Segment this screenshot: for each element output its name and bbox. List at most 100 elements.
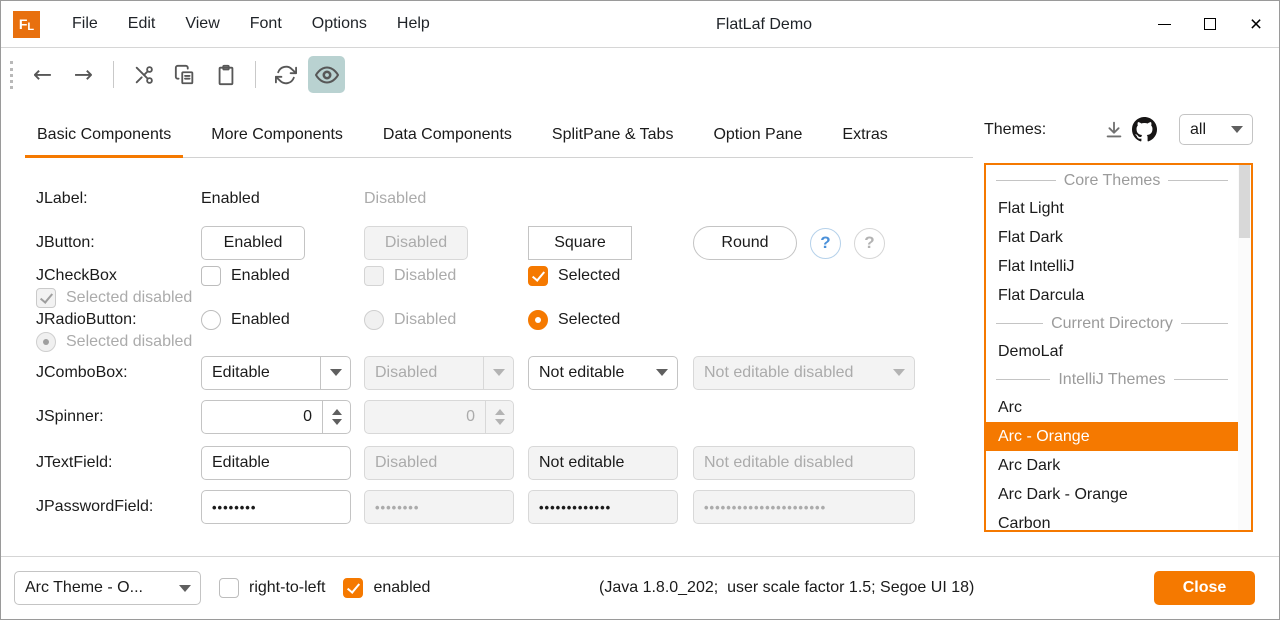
theme-group-separator: IntelliJ Themes [986, 366, 1238, 393]
tab-bar: Basic Components More Components Data Co… [25, 101, 973, 158]
themes-scrollbar [1238, 165, 1251, 530]
theme-item[interactable]: Carbon [986, 509, 1238, 532]
refresh-button[interactable] [267, 56, 304, 93]
textfield-input[interactable] [212, 454, 340, 472]
spinner-input[interactable] [202, 401, 322, 433]
menu-options[interactable]: Options [297, 1, 382, 48]
combobox-arrow-button[interactable] [647, 357, 677, 389]
show-hidden-toggle-button[interactable] [308, 56, 345, 93]
menu-help[interactable]: Help [382, 1, 445, 48]
maximize-button[interactable] [1187, 1, 1233, 48]
menu-edit[interactable]: Edit [113, 1, 171, 48]
tab-option-pane[interactable]: Option Pane [701, 126, 814, 157]
checkbox-icon [364, 266, 384, 286]
theme-item[interactable]: Arc [986, 393, 1238, 422]
jcheckbox-row-label: JCheckBox [36, 267, 201, 285]
round-button[interactable]: Round [693, 226, 797, 260]
passwordfield-not-editable-disabled: •••••••••••••••••••••• [693, 490, 915, 524]
toolbar-separator [113, 61, 114, 88]
combobox-arrow-button[interactable] [170, 572, 200, 604]
jradiobutton-row-label: JRadioButton: [36, 311, 201, 329]
password-value: •••••••• [375, 500, 419, 515]
theme-item[interactable]: Flat IntelliJ [986, 252, 1238, 281]
spinner-buttons[interactable] [322, 401, 350, 433]
checkbox-label: Selected [558, 267, 620, 285]
spinner-disabled [364, 400, 514, 434]
passwordfield-editable[interactable] [201, 490, 351, 524]
jtextfield-row: JTextField: Disabled Not editable Not ed… [25, 441, 973, 485]
checkbox-enabled[interactable]: Enabled [201, 266, 364, 286]
tab-more-components[interactable]: More Components [199, 126, 355, 157]
back-button[interactable]: ← [24, 56, 61, 93]
theme-item[interactable]: Flat Darcula [986, 281, 1238, 310]
window-controls: × [1141, 1, 1279, 48]
theme-item[interactable]: Arc - Orange [986, 422, 1238, 451]
theme-group-separator: Core Themes [986, 167, 1238, 194]
rtl-label: right-to-left [249, 579, 325, 597]
enabled-button[interactable]: Enabled [201, 226, 305, 260]
theme-item[interactable]: Flat Light [986, 194, 1238, 223]
textfield-not-editable-disabled: Not editable disabled [693, 446, 915, 480]
chevron-down-icon [330, 369, 342, 376]
theme-item[interactable]: Arc Dark [986, 451, 1238, 480]
textfield-editable[interactable] [201, 446, 351, 480]
toolbar-grip[interactable] [10, 61, 13, 89]
radio-selected[interactable]: Selected [528, 310, 693, 330]
chevron-down-icon [1231, 126, 1243, 133]
main-area: Basic Components More Components Data Co… [1, 101, 1279, 556]
chevron-down-icon [656, 369, 668, 376]
combobox-arrow-button [884, 357, 914, 389]
rtl-checkbox[interactable]: right-to-left [219, 578, 325, 598]
checkbox-icon [219, 578, 239, 598]
footer-theme-combobox[interactable]: Arc Theme - O... [14, 571, 201, 605]
window-title: FlatLaf Demo [716, 1, 812, 48]
jpasswordfield-row: JPasswordField: •••••••• ••••••••••••• •… [25, 485, 973, 529]
themes-header: Themes: all [984, 101, 1253, 158]
combobox-not-editable[interactable]: Not editable [528, 356, 678, 390]
checkbox-label: Enabled [231, 267, 290, 285]
close-window-button[interactable]: × [1233, 1, 1279, 48]
tab-basic-components[interactable]: Basic Components [25, 126, 183, 157]
spinner-enabled[interactable] [201, 400, 351, 434]
theme-filter-combobox[interactable]: all [1179, 114, 1253, 145]
close-button[interactable]: Close [1154, 571, 1255, 605]
tab-extras[interactable]: Extras [830, 126, 899, 157]
password-input[interactable] [212, 500, 340, 515]
jcombobox-row-label: JComboBox: [36, 364, 201, 382]
theme-item[interactable]: DemoLaf [986, 337, 1238, 366]
cut-button[interactable] [125, 56, 162, 93]
paste-button[interactable] [207, 56, 244, 93]
radio-selected-disabled: Selected disabled [36, 332, 364, 352]
scrollbar-thumb[interactable] [1239, 165, 1250, 238]
jradiobutton-row: JRadioButton: Enabled Disabled Selected [25, 309, 973, 353]
menu-file[interactable]: File [57, 1, 113, 48]
menu-view[interactable]: View [170, 1, 234, 48]
spinner-input [365, 401, 485, 433]
combobox-editable[interactable]: Editable [201, 356, 351, 390]
tab-data-components[interactable]: Data Components [371, 126, 524, 157]
square-button[interactable]: Square [528, 226, 632, 260]
copy-button[interactable] [166, 56, 203, 93]
checkbox-selected[interactable]: Selected [528, 266, 693, 286]
tabbed-pane: Basic Components More Components Data Co… [1, 101, 973, 556]
radio-disabled: Disabled [364, 310, 528, 330]
chevron-down-icon [179, 585, 191, 592]
combobox-arrow-button[interactable] [320, 357, 350, 389]
combobox-arrow-button[interactable] [1222, 115, 1252, 144]
theme-item[interactable]: Flat Dark [986, 223, 1238, 252]
radio-enabled[interactable]: Enabled [201, 310, 364, 330]
minimize-button[interactable] [1141, 1, 1187, 48]
tab-splitpane-tabs[interactable]: SplitPane & Tabs [540, 126, 686, 157]
download-icon [1103, 119, 1125, 141]
enabled-checkbox[interactable]: enabled [343, 578, 430, 598]
radio-label: Disabled [394, 311, 456, 329]
themes-list: Core ThemesFlat LightFlat DarkFlat Intel… [984, 163, 1253, 532]
github-button[interactable] [1129, 115, 1159, 145]
forward-button[interactable]: → [65, 56, 102, 93]
theme-item[interactable]: Arc Dark - Orange [986, 480, 1238, 509]
download-theme-button[interactable] [1099, 115, 1129, 145]
help-button[interactable]: ? [810, 228, 841, 259]
jlabel-row: JLabel: Enabled Disabled [25, 177, 973, 221]
checkbox-label: Disabled [394, 267, 456, 285]
menu-font[interactable]: Font [235, 1, 297, 48]
